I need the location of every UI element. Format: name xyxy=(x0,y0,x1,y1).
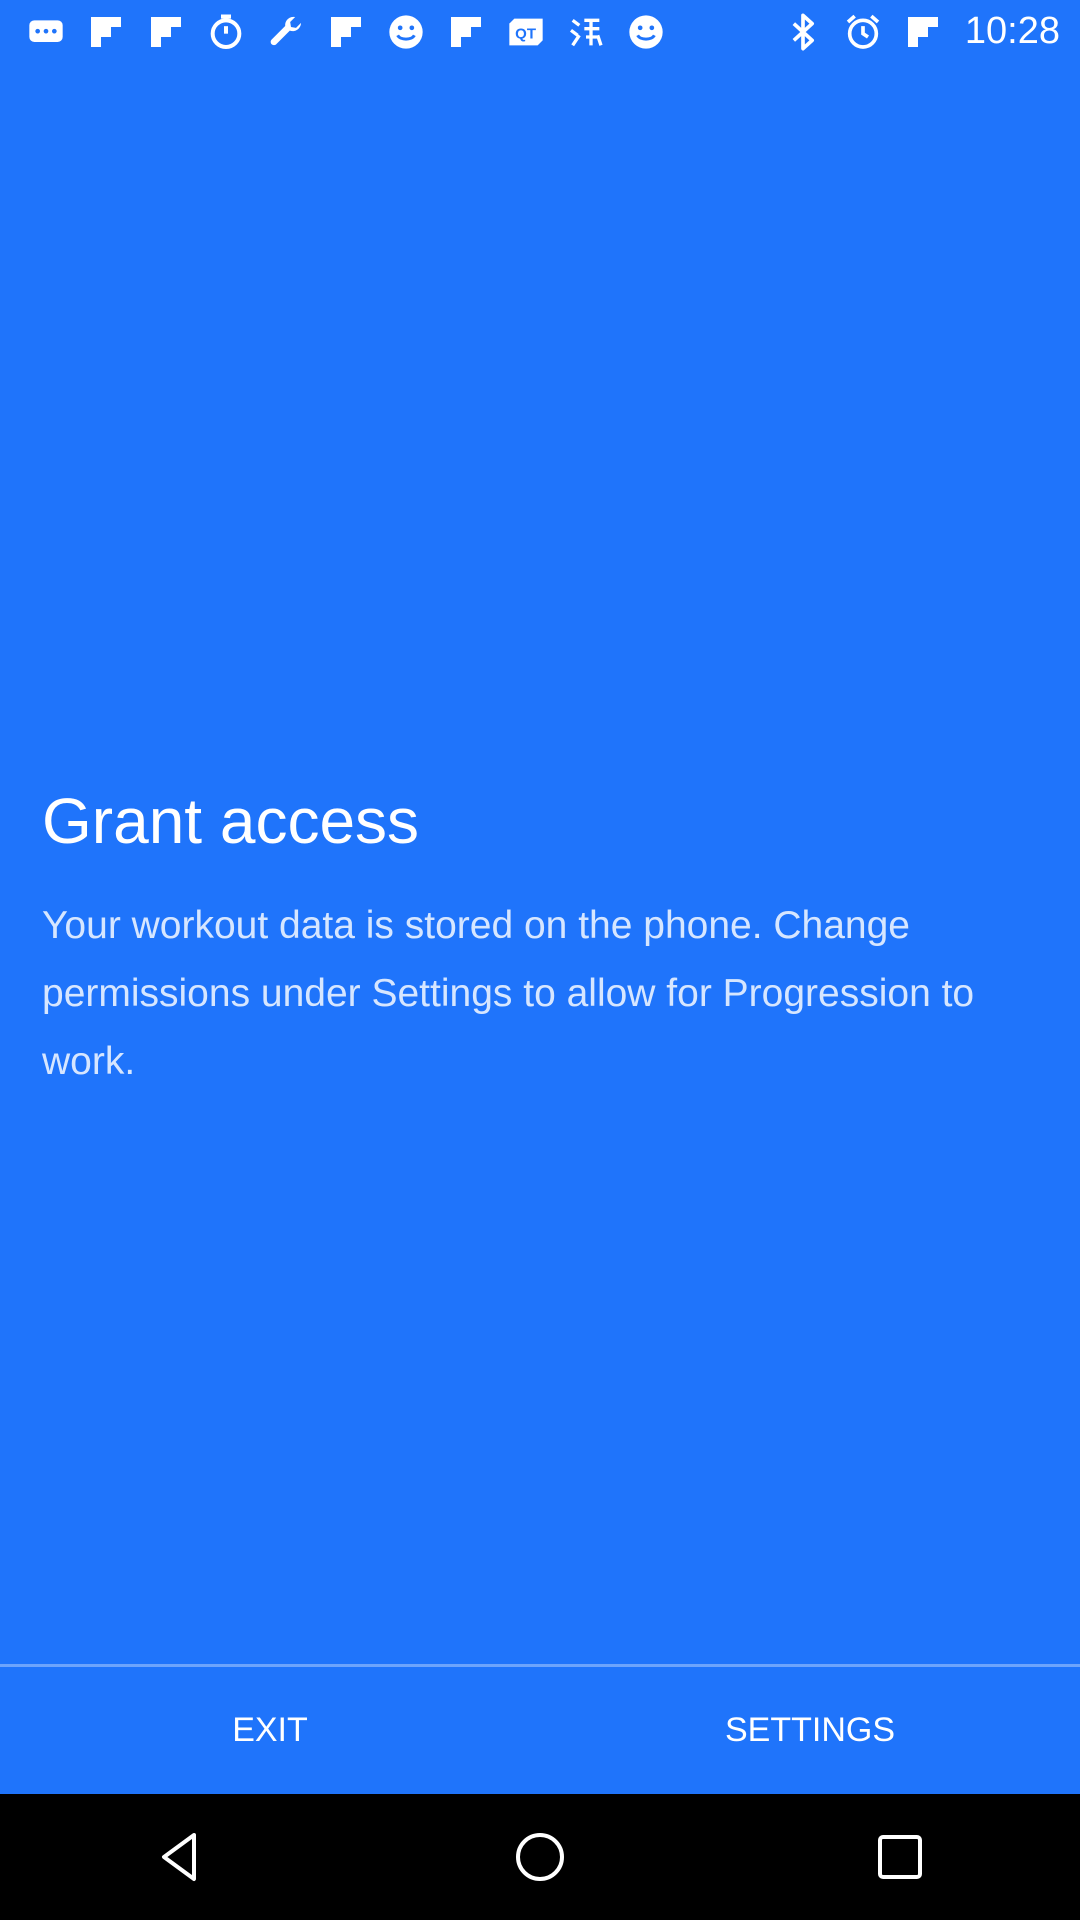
chat-bubble-icon xyxy=(24,10,68,54)
notification-icons: QT xyxy=(24,10,668,54)
status-time: 10:28 xyxy=(964,10,1060,52)
permission-description: Your workout data is stored on the phone… xyxy=(42,904,975,1083)
qt-icon: QT xyxy=(504,10,548,54)
smiley-icon xyxy=(624,10,668,54)
permission-message: Grant access Your workout data is stored… xyxy=(42,780,1038,1096)
system-icons: 10:28 xyxy=(781,10,1060,54)
exit-button[interactable]: EXIT xyxy=(0,1667,540,1794)
home-button[interactable] xyxy=(480,1797,600,1917)
navigation-bar xyxy=(0,1794,1080,1920)
flipboard-icon xyxy=(901,10,945,54)
status-bar: QT 10:28 xyxy=(0,0,1080,63)
back-icon xyxy=(162,1833,196,1881)
flipboard-icon xyxy=(144,10,188,54)
recents-icon xyxy=(878,1835,922,1879)
alarm-icon xyxy=(841,10,885,54)
flipboard-icon xyxy=(84,10,128,54)
page-title: Grant access xyxy=(42,785,420,857)
timer-icon xyxy=(204,10,248,54)
svg-text:QT: QT xyxy=(515,25,536,42)
bluetooth-icon xyxy=(781,10,825,54)
settings-button[interactable]: SETTINGS xyxy=(540,1667,1080,1794)
smiley-icon xyxy=(384,10,428,54)
kanji-icon xyxy=(564,10,608,54)
flipboard-icon xyxy=(324,10,368,54)
grant-access-screen: QT 10:28 Grant access Your workout data xyxy=(0,0,1080,1920)
back-button[interactable] xyxy=(120,1797,240,1917)
home-icon xyxy=(516,1833,564,1881)
flipboard-icon xyxy=(444,10,488,54)
wrench-icon xyxy=(264,10,308,54)
button-bar: EXIT SETTINGS xyxy=(0,1667,1080,1794)
recents-button[interactable] xyxy=(840,1797,960,1917)
